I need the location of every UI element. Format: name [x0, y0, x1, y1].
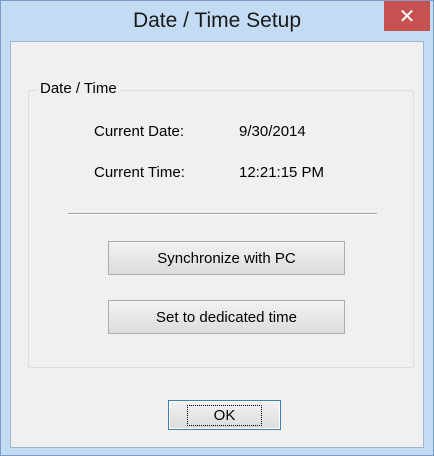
current-time-value: 12:21:15 PM [239, 164, 325, 181]
window-title: Date / Time Setup [132, 9, 302, 32]
synchronize-button-label: Synchronize with PC [157, 249, 296, 267]
ok-button[interactable]: OK [168, 400, 281, 430]
separator-line [68, 213, 377, 215]
dialog-window: Date / Time Setup ✕ Date / Time Current … [0, 0, 434, 456]
current-date-value: 9/30/2014 [239, 123, 306, 140]
dedicated-time-button-label: Set to dedicated time [156, 308, 297, 326]
ok-button-label: OK [186, 404, 263, 426]
current-date-label: Current Date: [94, 123, 185, 140]
title-bar[interactable]: Date / Time Setup ✕ [1, 1, 433, 41]
current-time-label: Current Time: [94, 164, 185, 181]
synchronize-with-pc-button[interactable]: Synchronize with PC [108, 241, 345, 275]
groupbox-legend: Date / Time [37, 80, 120, 97]
set-dedicated-time-button[interactable]: Set to dedicated time [108, 300, 345, 334]
close-icon: ✕ [398, 4, 416, 28]
close-button[interactable]: ✕ [384, 1, 430, 31]
